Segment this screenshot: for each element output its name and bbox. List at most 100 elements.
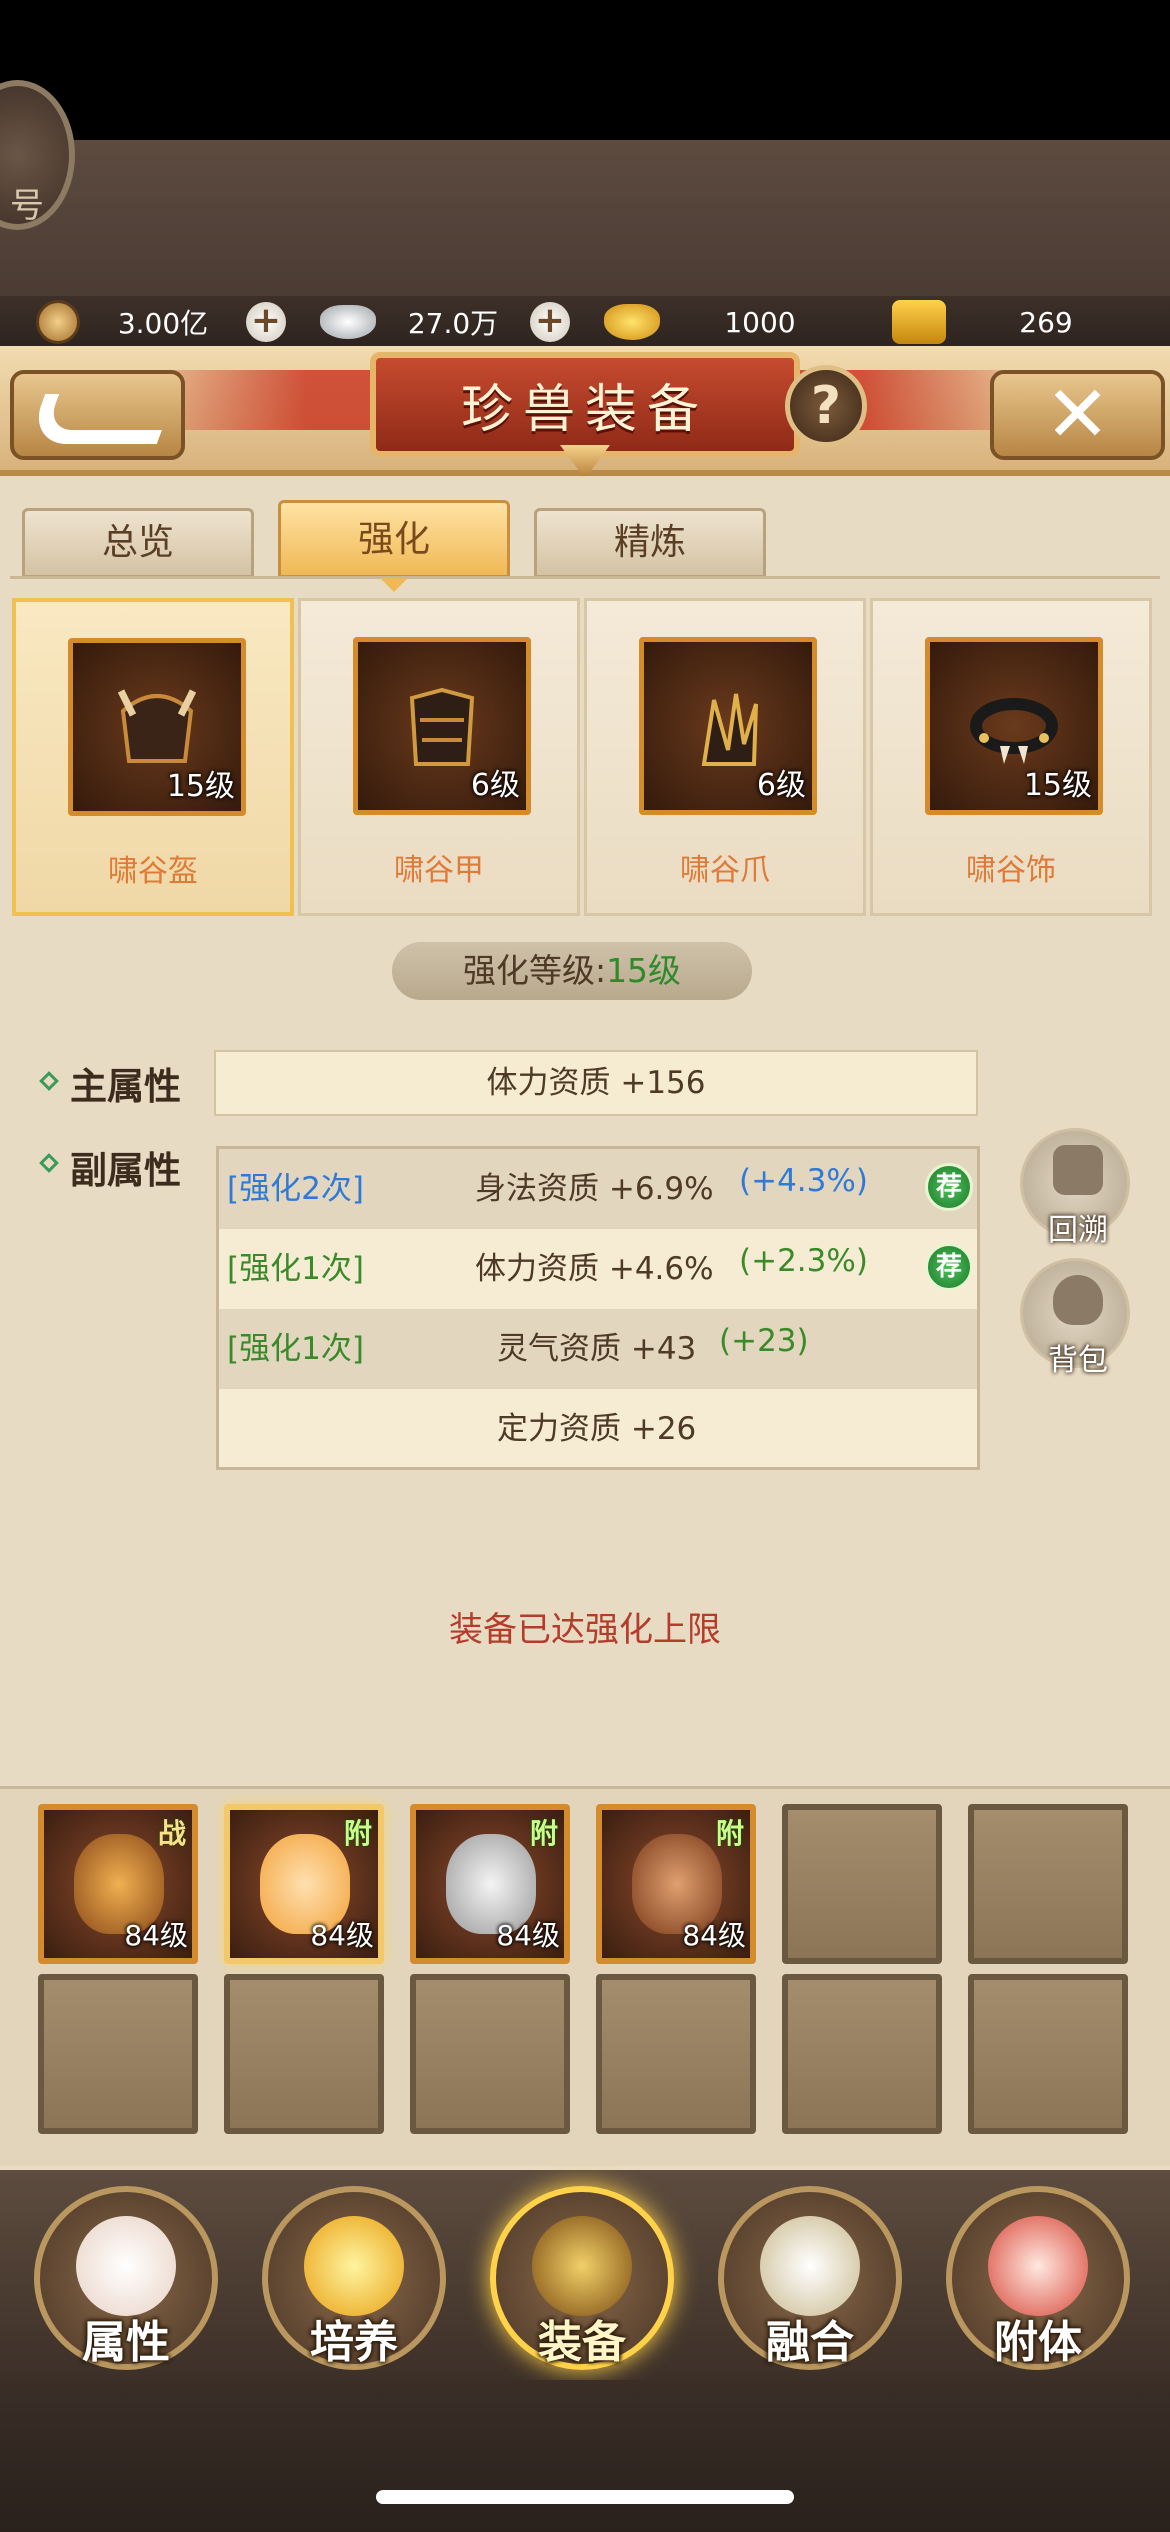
sub-attr-label: 副属性 bbox=[70, 1149, 181, 1192]
max-enhance-message: 装备已达强化上限 bbox=[449, 1610, 721, 1650]
pet-slot[interactable]: 附 84级 bbox=[410, 1804, 570, 1964]
locked-gold-icon bbox=[892, 300, 946, 344]
copper-coin-icon bbox=[36, 300, 80, 344]
equip-name: 啸谷甲 bbox=[394, 853, 484, 888]
attr-bonus: (+4.3%) bbox=[739, 1163, 868, 1199]
orb-icon bbox=[304, 2216, 404, 2316]
main-attr-value: 体力资质 +156 bbox=[214, 1050, 978, 1116]
pet-slot-empty[interactable] bbox=[782, 1804, 942, 1964]
enhance-level-value: 15级 bbox=[606, 951, 682, 990]
tab-divider bbox=[10, 576, 1160, 579]
armor-icon bbox=[409, 687, 475, 766]
attr-text: 灵气资质 +43 bbox=[497, 1331, 697, 1367]
pet-slot-empty[interactable] bbox=[968, 1804, 1128, 1964]
sub-attr-table: [强化2次] 身法资质 +6.9% (+4.3%) 荐 [强化1次] 体力资质 … bbox=[216, 1146, 980, 1470]
close-button[interactable]: ✕ bbox=[990, 370, 1165, 460]
dragon-icon bbox=[532, 2216, 632, 2316]
enhance-level-label: 强化等级: bbox=[462, 951, 607, 990]
nav-attributes[interactable]: 属性 bbox=[34, 2186, 218, 2370]
enhance-count-tag: [强化1次] bbox=[227, 1331, 364, 1367]
pet-slot-empty[interactable] bbox=[596, 1974, 756, 2134]
enhance-count-tag: [强化1次] bbox=[227, 1251, 364, 1287]
currency-value: 3.00亿 bbox=[117, 307, 209, 340]
footer-area bbox=[0, 2380, 1170, 2532]
add-copper-button[interactable]: + bbox=[246, 302, 286, 342]
pet-slot-empty[interactable] bbox=[38, 1974, 198, 2134]
rewind-button[interactable]: 回溯 bbox=[1020, 1128, 1130, 1248]
equip-card-helmet[interactable]: 15级 啸谷盔 bbox=[12, 598, 294, 916]
back-arrow-icon bbox=[26, 394, 176, 444]
pet-slot-empty[interactable] bbox=[782, 1974, 942, 2134]
sub-attr-row: 定力资质 +26 bbox=[219, 1389, 977, 1469]
fox-icon bbox=[76, 2216, 176, 2316]
rewind-label: 回溯 bbox=[1048, 1213, 1108, 1248]
enhance-level-badge: 强化等级:15级 bbox=[392, 942, 752, 1000]
tab-enhance[interactable]: 强化 bbox=[278, 500, 510, 578]
recommend-badge[interactable]: 荐 bbox=[925, 1163, 973, 1211]
currency-value: 269 bbox=[1019, 305, 1073, 339]
tab-overview[interactable]: 总览 bbox=[22, 508, 254, 578]
avatar-label: 号 bbox=[10, 186, 44, 226]
page-title: 珍兽装备 bbox=[460, 380, 709, 440]
pet-role-tag: 附 bbox=[715, 1817, 744, 1850]
add-silver-button[interactable]: + bbox=[530, 302, 570, 342]
equip-level: 15级 bbox=[1023, 768, 1092, 803]
enhance-count-tag: [强化2次] bbox=[227, 1171, 364, 1207]
pet-slot[interactable]: 战 84级 bbox=[38, 1804, 198, 1964]
currency-gold: 1000 bbox=[604, 300, 860, 344]
recommend-badge[interactable]: 荐 bbox=[925, 1243, 973, 1291]
helmet-icon bbox=[117, 689, 197, 763]
bag-button[interactable]: 背包 bbox=[1020, 1258, 1130, 1378]
main-attr-label: 主属性 bbox=[70, 1065, 181, 1108]
equip-card-claw[interactable]: 6级 啸谷爪 bbox=[584, 598, 866, 916]
swirl-icon bbox=[760, 2216, 860, 2316]
equip-slot: 6级 bbox=[639, 637, 817, 815]
nav-label: 附体 bbox=[994, 2317, 1082, 2368]
top-backdrop bbox=[0, 140, 1170, 300]
bag-icon bbox=[1053, 1275, 1103, 1325]
sub-attr-row: [强化2次] 身法资质 +6.9% (+4.3%) 荐 bbox=[219, 1149, 977, 1229]
nav-label: 装备 bbox=[538, 2317, 626, 2368]
silver-ingot-icon bbox=[320, 305, 376, 339]
status-area bbox=[0, 0, 1170, 140]
tab-refine[interactable]: 精炼 bbox=[534, 508, 766, 578]
sub-attr-row: [强化1次] 体力资质 +4.6% (+2.3%) 荐 bbox=[219, 1229, 977, 1309]
nav-cultivate[interactable]: 培养 bbox=[262, 2186, 446, 2370]
equip-name: 啸谷爪 bbox=[680, 853, 770, 888]
pet-slot-empty[interactable] bbox=[224, 1974, 384, 2134]
attr-text: 定力资质 +26 bbox=[497, 1411, 697, 1447]
pet-role-tag: 战 bbox=[157, 1817, 186, 1850]
attr-text: 体力资质 +4.6% bbox=[475, 1251, 714, 1287]
currency-locked-gold: 269 bbox=[892, 300, 1146, 344]
nav-label: 培养 bbox=[310, 2317, 398, 2368]
nav-equipment[interactable]: 装备 bbox=[490, 2186, 674, 2370]
currency-copper: 3.00亿 + bbox=[36, 300, 286, 344]
equip-slot: 15级 bbox=[925, 637, 1103, 815]
equip-card-accessory[interactable]: 15级 啸谷饰 bbox=[870, 598, 1152, 916]
pet-slot[interactable]: 附 84级 bbox=[224, 1804, 384, 1964]
pet-level: 84级 bbox=[496, 1919, 560, 1952]
pet-slot-empty[interactable] bbox=[410, 1974, 570, 2134]
equip-name: 啸谷饰 bbox=[966, 853, 1056, 888]
equip-card-armor[interactable]: 6级 啸谷甲 bbox=[298, 598, 580, 916]
collar-icon bbox=[970, 698, 1058, 764]
nav-label: 融合 bbox=[766, 2317, 854, 2368]
equip-slot: 15级 bbox=[68, 638, 246, 816]
pet-level: 84级 bbox=[682, 1919, 746, 1952]
nav-label: 属性 bbox=[82, 2317, 170, 2368]
pet-slot[interactable]: 附 84级 bbox=[596, 1804, 756, 1964]
spirit-beast-icon bbox=[988, 2216, 1088, 2316]
bag-label: 背包 bbox=[1048, 1343, 1108, 1378]
active-tab-pointer bbox=[380, 578, 408, 592]
pet-level: 84级 bbox=[124, 1919, 188, 1952]
pet-role-tag: 附 bbox=[529, 1817, 558, 1850]
help-button[interactable]: ? bbox=[785, 365, 867, 447]
nav-possession[interactable]: 附体 bbox=[946, 2186, 1130, 2370]
pet-level: 84级 bbox=[310, 1919, 374, 1952]
attr-bonus: (+23) bbox=[719, 1323, 809, 1359]
home-indicator[interactable] bbox=[376, 2490, 794, 2504]
claw-icon bbox=[701, 693, 758, 766]
nav-fusion[interactable]: 融合 bbox=[718, 2186, 902, 2370]
pet-slot-empty[interactable] bbox=[968, 1974, 1128, 2134]
back-button[interactable] bbox=[10, 370, 185, 460]
